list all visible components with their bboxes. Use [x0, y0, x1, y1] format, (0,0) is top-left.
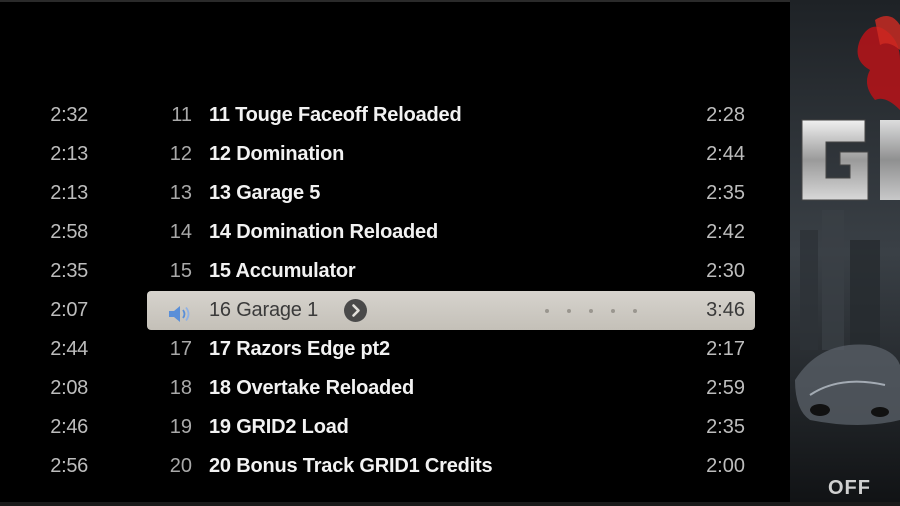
- top-border: [0, 0, 900, 2]
- left-duration: 2:58: [50, 221, 88, 243]
- left-duration: 2:07: [50, 299, 88, 321]
- left-duration: 2:46: [50, 416, 88, 438]
- left-duration: 2:35: [50, 260, 88, 282]
- rating-dot[interactable]: [567, 309, 571, 313]
- left-duration: 2:13: [50, 182, 88, 204]
- left-duration: 2:44: [50, 338, 88, 360]
- track-list: 11 11 Touge Faceoff Reloaded 2:28 12 12 …: [147, 96, 755, 486]
- previous-album-durations: 2:32 2:13 2:13 2:58 2:35 2:07 2:44 2:08 …: [0, 96, 110, 486]
- track-title: 17 Razors Edge pt2: [209, 338, 390, 360]
- bottom-border: [0, 502, 900, 506]
- track-title: 20 Bonus Track GRID1 Credits: [209, 455, 493, 477]
- track-title: 16 Garage 1: [209, 299, 318, 321]
- track-duration: 2:28: [706, 104, 745, 126]
- track-title: 14 Domination Reloaded: [209, 221, 438, 243]
- track-number: 12: [169, 143, 192, 165]
- track-duration: 2:35: [706, 182, 745, 204]
- track-row[interactable]: 13 13 Garage 5 2:35: [147, 174, 755, 213]
- rating-dot[interactable]: [611, 309, 615, 313]
- rating-dot[interactable]: [545, 309, 549, 313]
- track-number: 14: [169, 221, 192, 243]
- left-duration: 2:13: [50, 143, 88, 165]
- track-row[interactable]: 19 19 GRID2 Load 2:35: [147, 408, 755, 447]
- track-row[interactable]: 17 17 Razors Edge pt2 2:17: [147, 330, 755, 369]
- track-number: 17: [169, 338, 192, 360]
- track-title: 15 Accumulator: [209, 260, 356, 282]
- track-duration: 2:17: [706, 338, 745, 360]
- track-number: 11: [171, 104, 192, 126]
- rating-stars[interactable]: [545, 309, 637, 313]
- track-row[interactable]: 14 14 Domination Reloaded 2:42: [147, 213, 755, 252]
- track-duration: 2:00: [706, 455, 745, 477]
- track-duration: 2:42: [706, 221, 745, 243]
- track-row[interactable]: 11 11 Touge Faceoff Reloaded 2:28: [147, 96, 755, 135]
- track-row[interactable]: 15 15 Accumulator 2:30: [147, 252, 755, 291]
- track-title: 11 Touge Faceoff Reloaded: [209, 104, 462, 126]
- arrow-circle-icon[interactable]: [344, 299, 367, 322]
- track-duration: 2:35: [706, 416, 745, 438]
- track-row-now-playing[interactable]: 16 Garage 1 3:46: [147, 291, 755, 330]
- track-number: 18: [169, 377, 192, 399]
- left-duration: 2:32: [50, 104, 88, 126]
- track-duration: 2:59: [706, 377, 745, 399]
- track-title: 13 Garage 5: [209, 182, 321, 204]
- track-title: 18 Overtake Reloaded: [209, 377, 414, 399]
- track-row[interactable]: 18 18 Overtake Reloaded 2:59: [147, 369, 755, 408]
- album-art-text: OFF: [828, 477, 871, 499]
- speaker-icon: [167, 300, 193, 322]
- left-duration: 2:08: [50, 377, 88, 399]
- track-row[interactable]: 12 12 Domination 2:44: [147, 135, 755, 174]
- track-duration: 3:46: [706, 299, 745, 321]
- track-duration: 2:44: [706, 143, 745, 165]
- track-duration: 2:30: [706, 260, 745, 282]
- track-row[interactable]: 20 20 Bonus Track GRID1 Credits 2:00: [147, 447, 755, 486]
- track-number: 15: [169, 260, 192, 282]
- track-number: 13: [169, 182, 192, 204]
- track-title: 19 GRID2 Load: [209, 416, 349, 438]
- rating-dot[interactable]: [633, 309, 637, 313]
- track-number: 19: [169, 416, 192, 438]
- track-number: 20: [169, 455, 192, 477]
- track-title: 12 Domination: [209, 143, 345, 165]
- rating-dot[interactable]: [589, 309, 593, 313]
- left-duration: 2:56: [50, 455, 88, 477]
- album-artwork[interactable]: OFF: [790, 0, 900, 506]
